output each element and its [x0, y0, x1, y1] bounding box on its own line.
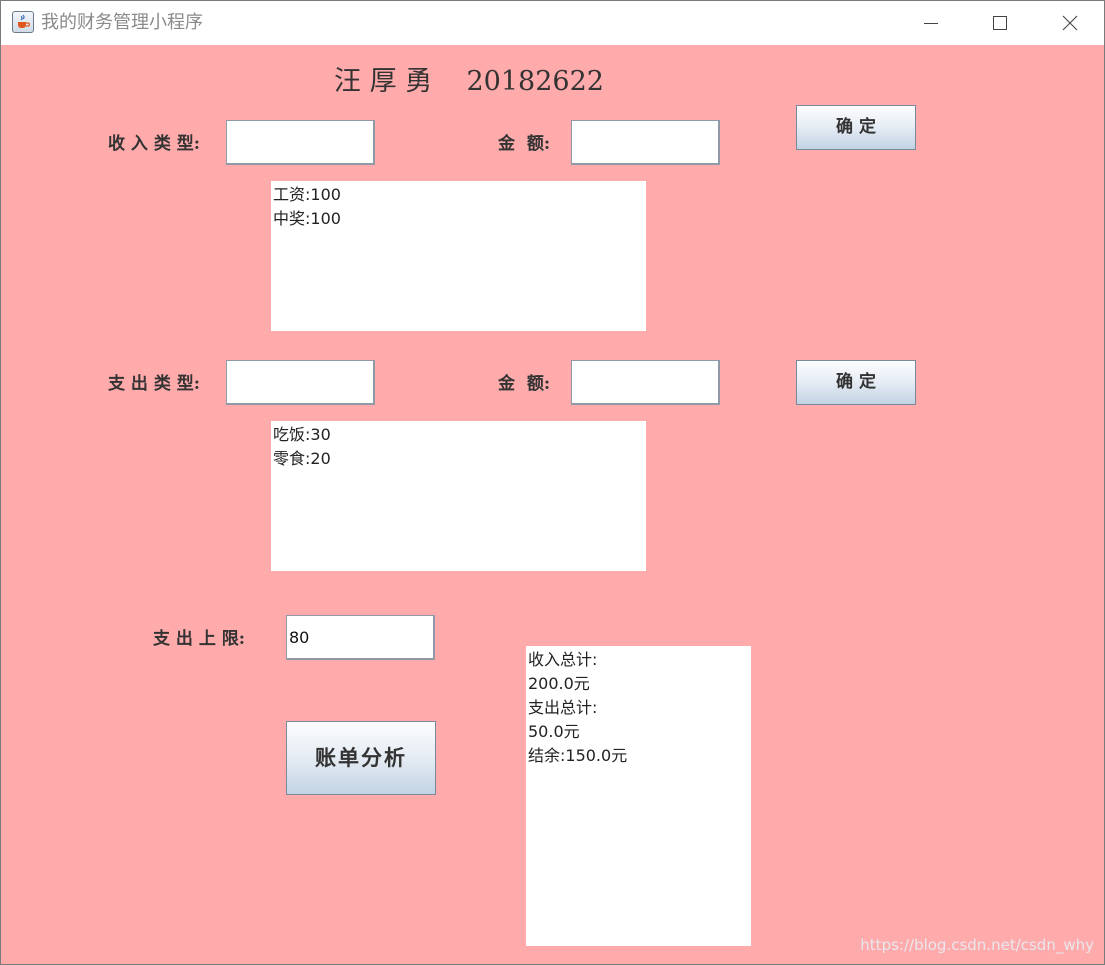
- page-title: 汪 厚 勇 20182622: [334, 66, 604, 97]
- expense-type-input[interactable]: [226, 360, 375, 405]
- income-amount-input[interactable]: [571, 120, 720, 165]
- summary-area[interactable]: 收入总计: 200.0元 支出总计: 50.0元 结余:150.0元: [526, 646, 751, 946]
- summary-line: 结余:150.0元: [528, 746, 628, 765]
- java-cup-icon: [12, 11, 34, 33]
- income-amount-label: 金 额:: [498, 134, 551, 154]
- list-item: 零食:20: [273, 449, 331, 468]
- maximize-icon: [993, 16, 1007, 30]
- minimize-icon: [924, 23, 938, 24]
- summary-line: 收入总计:: [528, 650, 598, 669]
- list-item: 中奖:100: [273, 209, 341, 228]
- income-type-input[interactable]: [226, 120, 375, 165]
- window-title: 我的财务管理小程序: [41, 12, 203, 33]
- list-item: 工资:100: [273, 185, 341, 204]
- expense-amount-input[interactable]: [571, 360, 720, 405]
- minimize-button[interactable]: [908, 1, 954, 45]
- maximize-button[interactable]: [977, 1, 1023, 45]
- expense-limit-label: 支 出 上 限:: [153, 629, 246, 649]
- summary-line: 50.0元: [528, 722, 580, 741]
- expense-list[interactable]: 吃饭:30 零食:20: [271, 421, 646, 571]
- income-list[interactable]: 工资:100 中奖:100: [271, 181, 646, 331]
- summary-line: 200.0元: [528, 674, 590, 693]
- close-icon: [1062, 15, 1078, 31]
- expense-amount-label: 金 额:: [498, 374, 551, 394]
- close-button[interactable]: [1047, 1, 1093, 45]
- income-confirm-button[interactable]: 确 定: [796, 105, 916, 150]
- summary-line: 支出总计:: [528, 698, 598, 717]
- main-panel: 汪 厚 勇 20182622 收 入 类 型: 金 额: 确 定 工资:100 …: [1, 45, 1104, 964]
- watermark: https://blog.csdn.net/csdn_why: [860, 936, 1094, 954]
- app-window: 我的财务管理小程序 汪 厚 勇 20182622 收 入 类 型: 金 额: 确…: [0, 0, 1105, 965]
- expense-type-label: 支 出 类 型:: [108, 374, 201, 394]
- expense-limit-input[interactable]: [286, 615, 435, 660]
- bill-analysis-button[interactable]: 账单分析: [286, 721, 436, 795]
- expense-confirm-button[interactable]: 确 定: [796, 360, 916, 405]
- list-item: 吃饭:30: [273, 425, 331, 444]
- title-bar[interactable]: 我的财务管理小程序: [1, 1, 1104, 45]
- income-type-label: 收 入 类 型:: [108, 134, 201, 154]
